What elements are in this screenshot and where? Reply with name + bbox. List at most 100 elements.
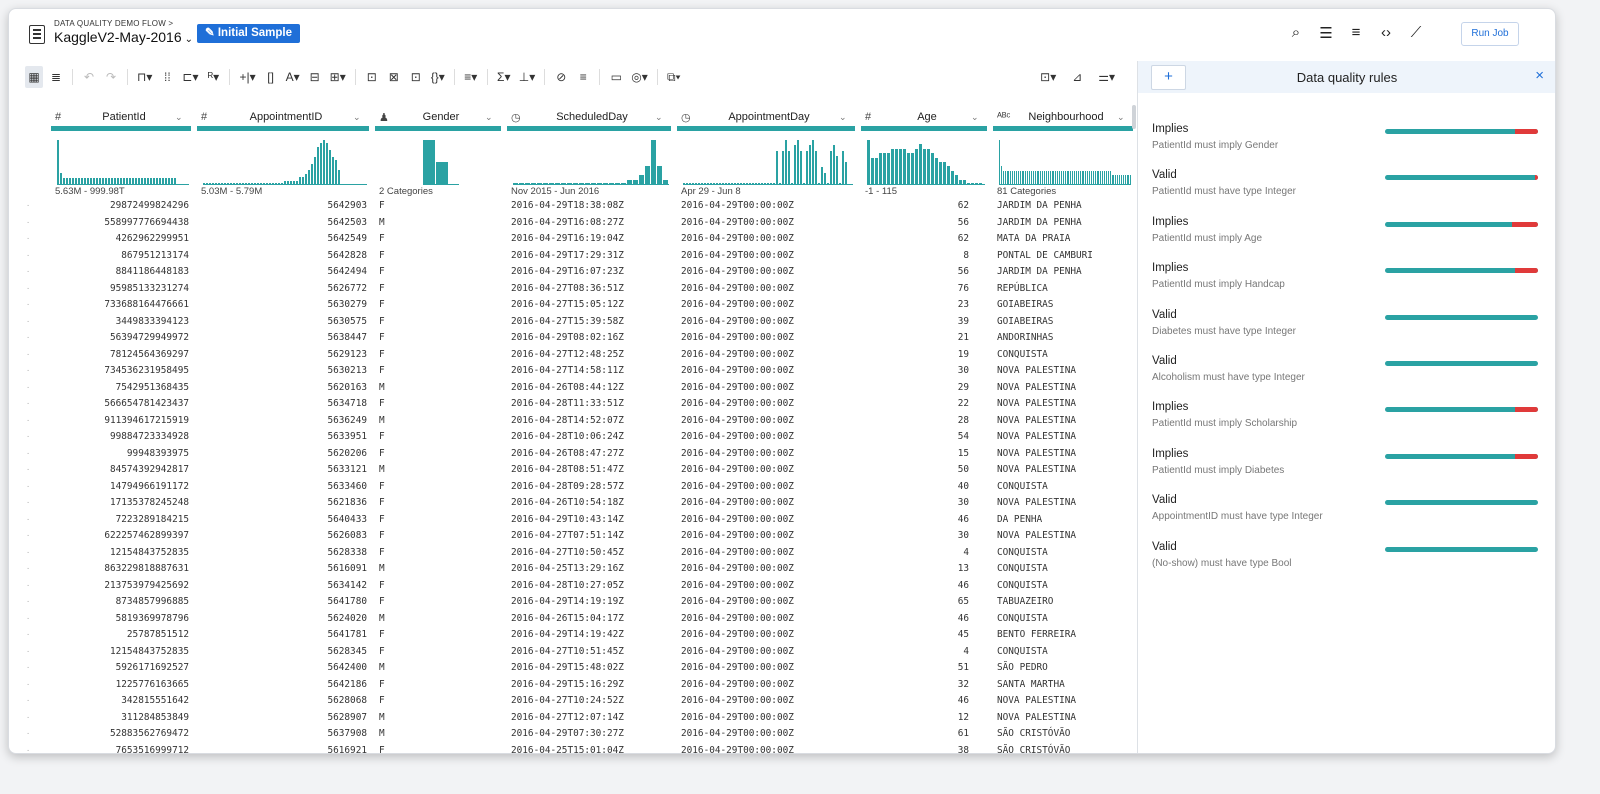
table-cell[interactable]: 2016-04-29T00:00:00Z	[681, 264, 853, 281]
merge-icon[interactable]: ⊏▾	[180, 66, 200, 88]
column-histogram[interactable]	[423, 135, 459, 185]
table-cell[interactable]: 863229818887631	[55, 561, 189, 578]
table-cell[interactable]: 2016-04-29T07:30:27Z	[511, 726, 669, 743]
table-cell[interactable]: 28	[865, 413, 969, 430]
extract-icon[interactable]: ⊞▾	[328, 66, 348, 88]
table-cell[interactable]: M	[379, 660, 499, 677]
table-cell[interactable]: M	[379, 413, 499, 430]
checklist-icon[interactable]: ≡	[1347, 24, 1365, 42]
table-cell[interactable]: 21	[865, 330, 969, 347]
table-cell[interactable]: 29	[865, 380, 969, 397]
table-cell[interactable]: 5633460	[201, 479, 367, 496]
table-row[interactable]: · 17135378245248 5621836 F 2016-04-26T10:54:…	[9, 495, 1137, 512]
table-cell[interactable]: 5621836	[201, 495, 367, 512]
table-row[interactable]: · 622257462899397 5626083 F 2016-04-27T07:51…	[9, 528, 1137, 545]
close-icon[interactable]: ×	[1535, 67, 1544, 84]
table-cell[interactable]: 56	[865, 215, 969, 232]
table-cell[interactable]: M	[379, 611, 499, 628]
table-cell[interactable]: 2016-04-29T00:00:00Z	[681, 297, 853, 314]
table-cell[interactable]: 15	[865, 446, 969, 463]
rule-progress-bar[interactable]	[1385, 500, 1538, 506]
table-cell[interactable]: 2016-04-29T16:07:23Z	[511, 264, 669, 281]
table-cell[interactable]: 2016-04-28T11:33:51Z	[511, 396, 669, 413]
table-cell[interactable]: 2016-04-27T12:48:25Z	[511, 347, 669, 364]
rule-item[interactable]: Valid AppointmentID must have type Intege…	[1152, 494, 1542, 540]
rule-item[interactable]: Implies PatientId must imply Handcap	[1152, 262, 1542, 308]
table-cell[interactable]: 5641781	[201, 627, 367, 644]
table-row[interactable]: · 733688164476661 5630279 F 2016-04-27T15:05…	[9, 297, 1137, 314]
filter-values-icon[interactable]: ⁞⁞	[158, 66, 176, 88]
list-view-icon[interactable]: ≣	[47, 66, 65, 88]
table-row[interactable]: · 7542951368435 5620163 M 2016-04-26T08:44:1…	[9, 380, 1137, 397]
table-cell[interactable]: 5642503	[201, 215, 367, 232]
table-cell[interactable]: 5626772	[201, 281, 367, 298]
column-histogram[interactable]	[203, 135, 367, 185]
table-cell[interactable]: JARDIM DA PENHA	[997, 264, 1131, 281]
table-cell[interactable]: 39	[865, 314, 969, 331]
table-cell[interactable]: 5636249	[201, 413, 367, 430]
table-cell[interactable]: 733688164476661	[55, 297, 189, 314]
table-cell[interactable]: 5624020	[201, 611, 367, 628]
table-cell[interactable]: 5628907	[201, 710, 367, 727]
table-cell[interactable]: 2016-04-29T00:00:00Z	[681, 545, 853, 562]
table-cell[interactable]: SÃO CRISTÓVÃO	[997, 743, 1131, 754]
table-cell[interactable]: F	[379, 396, 499, 413]
table-cell[interactable]: 2016-04-29T15:16:29Z	[511, 677, 669, 694]
chevron-down-icon[interactable]: ⌄	[485, 112, 501, 123]
table-cell[interactable]: F	[379, 594, 499, 611]
table-row[interactable]: · 12154843752835 5628338 F 2016-04-27T10:50:…	[9, 545, 1137, 562]
table-cell[interactable]: F	[379, 429, 499, 446]
table-cell[interactable]: NOVA PALESTINA	[997, 413, 1131, 430]
table-cell[interactable]: 5637908	[201, 726, 367, 743]
table-cell[interactable]: NOVA PALESTINA	[997, 446, 1131, 463]
table-cell[interactable]: 2016-04-26T10:54:18Z	[511, 495, 669, 512]
column-header-scheduledday[interactable]: ◷ ScheduledDay ⌄	[507, 108, 671, 131]
table-cell[interactable]: 5616921	[201, 743, 367, 754]
table-cell[interactable]: 2016-04-29T00:00:00Z	[681, 594, 853, 611]
table-cell[interactable]: 23	[865, 297, 969, 314]
table-cell[interactable]: 5638447	[201, 330, 367, 347]
table-cell[interactable]: 2016-04-29T00:00:00Z	[681, 495, 853, 512]
table-cell[interactable]: CONQUISTA	[997, 611, 1131, 628]
table-cell[interactable]: 46	[865, 611, 969, 628]
table-cell[interactable]: 12154843752835	[55, 545, 189, 562]
table-cell[interactable]: F	[379, 264, 499, 281]
table-cell[interactable]: TABUAZEIRO	[997, 594, 1131, 611]
column-histogram[interactable]	[999, 135, 1132, 185]
table-cell[interactable]: 2016-04-29T00:00:00Z	[681, 743, 853, 754]
table-cell[interactable]: 2016-04-26T15:04:17Z	[511, 611, 669, 628]
grid-view-icon[interactable]: ▦	[25, 66, 43, 88]
table-cell[interactable]: F	[379, 743, 499, 754]
join-icon[interactable]: ⊘	[552, 66, 570, 88]
table-cell[interactable]: 46	[865, 693, 969, 710]
table-cell[interactable]: F	[379, 545, 499, 562]
table-cell[interactable]: GOIABEIRAS	[997, 314, 1131, 331]
grid-scrollbar[interactable]	[1132, 105, 1136, 129]
table-cell[interactable]: F	[379, 446, 499, 463]
table-cell[interactable]: 2016-04-28T10:27:05Z	[511, 578, 669, 595]
table-cell[interactable]: 45	[865, 627, 969, 644]
table-cell[interactable]: F	[379, 528, 499, 545]
table-cell[interactable]: 65	[865, 594, 969, 611]
table-cell[interactable]: SÃO PEDRO	[997, 660, 1131, 677]
table-cell[interactable]: F	[379, 347, 499, 364]
table-cell[interactable]: NOVA PALESTINA	[997, 429, 1131, 446]
table-cell[interactable]: 2016-04-29T16:19:04Z	[511, 231, 669, 248]
table-row[interactable]: · 1225776163665 5642186 F 2016-04-29T15:16:2…	[9, 677, 1137, 694]
chevron-down-icon[interactable]: ⌄	[971, 112, 987, 123]
table-cell[interactable]: 2016-04-29T14:19:42Z	[511, 627, 669, 644]
table-cell[interactable]: 5629123	[201, 347, 367, 364]
table-cell[interactable]: CONQUISTA	[997, 545, 1131, 562]
table-cell[interactable]: 61	[865, 726, 969, 743]
table-row[interactable]: · 78124564369297 5629123 F 2016-04-27T12:48:…	[9, 347, 1137, 364]
table-cell[interactable]: F	[379, 512, 499, 529]
column-histogram[interactable]	[683, 135, 853, 185]
table-row[interactable]: · 8734857996885 5641780 F 2016-04-29T14:19:1…	[9, 594, 1137, 611]
table-cell[interactable]: 2016-04-29T00:00:00Z	[681, 462, 853, 479]
table-cell[interactable]: 95985133231274	[55, 281, 189, 298]
table-cell[interactable]: 76	[865, 281, 969, 298]
rule-progress-bar[interactable]	[1385, 453, 1538, 459]
column-header-neighbourhood[interactable]: ᴬᴮᶜ Neighbourhood ⌄	[993, 108, 1133, 131]
table-cell[interactable]: 22	[865, 396, 969, 413]
table-cell[interactable]: 2016-04-29T00:00:00Z	[681, 644, 853, 661]
